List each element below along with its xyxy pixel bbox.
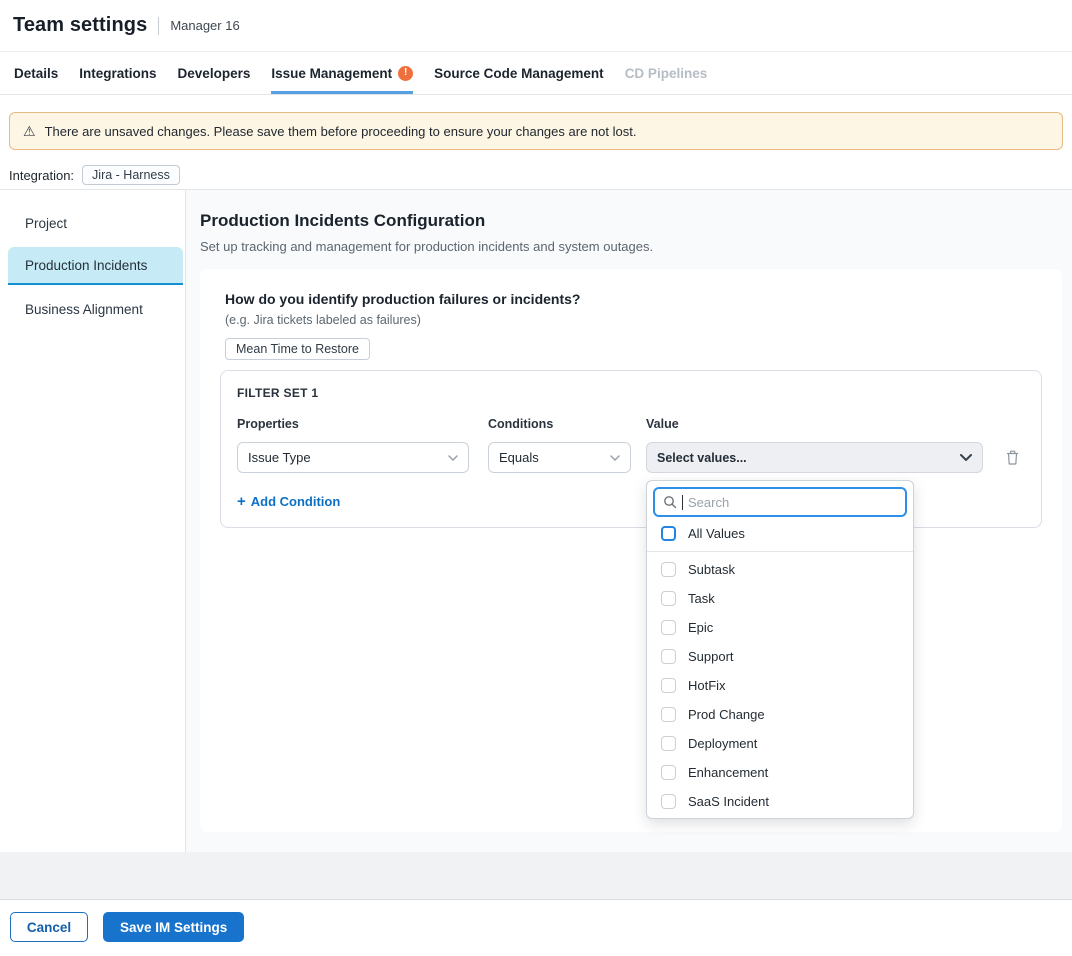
filter-set-box: FILTER SET 1 Properties Conditions Value…: [220, 370, 1042, 528]
tab-developers[interactable]: Developers: [178, 52, 251, 94]
option-checkbox[interactable]: [661, 562, 676, 577]
delete-filter-button[interactable]: [1003, 447, 1022, 468]
add-condition-button[interactable]: + Add Condition: [237, 494, 340, 509]
option-enhancement[interactable]: Enhancement: [653, 758, 907, 787]
filter-condition-row: Issue Type Equals Select values...: [237, 442, 1025, 473]
footer-actions: Cancel Save IM Settings: [0, 900, 1072, 942]
text-caret: [682, 495, 683, 510]
tab-integrations[interactable]: Integrations: [79, 52, 156, 94]
properties-column-header: Properties: [237, 417, 469, 431]
option-epic[interactable]: Epic: [653, 613, 907, 642]
option-saas-incident[interactable]: SaaS Incident: [653, 787, 907, 816]
integration-label: Integration:: [9, 168, 74, 183]
property-select[interactable]: Issue Type: [237, 442, 469, 473]
chevron-down-icon: [448, 455, 458, 461]
property-select-value: Issue Type: [248, 450, 311, 465]
content-area: Project Production Incidents Business Al…: [0, 190, 1072, 852]
value-multiselect-dropdown: All Values Subtask Task Epic Support Hot…: [646, 480, 914, 819]
option-checkbox[interactable]: [661, 794, 676, 809]
incidents-config-card: How do you identify production failures …: [200, 269, 1062, 832]
select-all-label: All Values: [688, 526, 745, 541]
option-checkbox[interactable]: [661, 649, 676, 664]
option-checkbox[interactable]: [661, 736, 676, 751]
page-header: Team settings Manager 16: [0, 0, 1072, 52]
dropdown-search-box: [653, 487, 907, 517]
option-deployment[interactable]: Deployment: [653, 729, 907, 758]
unsaved-changes-badge-icon: !: [398, 66, 413, 81]
conditions-column-header: Conditions: [488, 417, 631, 431]
dropdown-search-input[interactable]: [688, 495, 897, 510]
section-subtitle: Set up tracking and management for produ…: [200, 239, 1062, 254]
option-support[interactable]: Support: [653, 642, 907, 671]
sidebar-item-production-incidents[interactable]: Production Incidents: [8, 247, 183, 285]
filter-column-headers: Properties Conditions Value: [237, 417, 1025, 431]
condition-select[interactable]: Equals: [488, 442, 631, 473]
config-sidebar: Project Production Incidents Business Al…: [0, 190, 186, 852]
option-subtask[interactable]: Subtask: [653, 555, 907, 584]
save-im-settings-button[interactable]: Save IM Settings: [103, 912, 244, 942]
chevron-down-icon: [960, 454, 972, 461]
page-title: Team settings: [13, 14, 147, 37]
title-divider: [158, 17, 159, 35]
integration-chip[interactable]: Jira - Harness: [82, 165, 180, 185]
dropdown-option-list: Subtask Task Epic Support HotFix Prod Ch…: [653, 555, 907, 819]
question-hint: (e.g. Jira tickets labeled as failures): [225, 313, 1042, 327]
sidebar-item-project[interactable]: Project: [8, 204, 183, 242]
option-checkbox[interactable]: [661, 620, 676, 635]
tab-issue-management[interactable]: Issue Management !: [271, 52, 413, 94]
unsaved-changes-banner: ⚠ There are unsaved changes. Please save…: [9, 112, 1063, 150]
condition-select-value: Equals: [499, 450, 539, 465]
dropdown-divider: [647, 551, 913, 552]
question-heading: How do you identify production failures …: [225, 291, 1042, 307]
option-task[interactable]: Task: [653, 584, 907, 613]
banner-text: There are unsaved changes. Please save t…: [45, 124, 637, 139]
sidebar-item-business-alignment[interactable]: Business Alignment: [8, 290, 183, 328]
option-checkbox[interactable]: [661, 678, 676, 693]
filter-set-title: FILTER SET 1: [237, 386, 1025, 400]
metric-chip-mttr[interactable]: Mean Time to Restore: [225, 338, 370, 360]
team-settings-page: Team settings Manager 16 Details Integra…: [0, 0, 1072, 956]
option-checkbox[interactable]: [661, 591, 676, 606]
value-select[interactable]: Select values...: [646, 442, 983, 473]
value-column-header: Value: [646, 417, 983, 431]
chevron-down-icon: [610, 455, 620, 461]
select-all-option[interactable]: All Values: [653, 517, 907, 549]
tab-source-code-management[interactable]: Source Code Management: [434, 52, 604, 94]
trash-icon: [1005, 449, 1020, 466]
main-panel: Production Incidents Configuration Set u…: [186, 190, 1072, 852]
search-icon: [663, 495, 677, 509]
add-condition-label: Add Condition: [251, 494, 341, 509]
tab-cd-pipelines: CD Pipelines: [625, 52, 708, 94]
tab-details[interactable]: Details: [14, 52, 58, 94]
integration-row: Integration: Jira - Harness: [9, 165, 1072, 185]
settings-tabbar: Details Integrations Developers Issue Ma…: [0, 52, 1072, 95]
option-customer-notification[interactable]: Customer Notification: [653, 816, 907, 819]
plus-icon: +: [237, 494, 246, 509]
team-name-label: Manager 16: [170, 18, 239, 33]
warning-icon: ⚠: [23, 124, 36, 138]
select-all-checkbox[interactable]: [661, 526, 676, 541]
cancel-button[interactable]: Cancel: [10, 912, 88, 942]
option-hotfix[interactable]: HotFix: [653, 671, 907, 700]
option-prod-change[interactable]: Prod Change: [653, 700, 907, 729]
value-select-placeholder: Select values...: [657, 451, 747, 465]
section-title: Production Incidents Configuration: [200, 211, 1062, 231]
footer-spacer-band: [0, 852, 1072, 900]
value-select-wrapper: Select values...: [646, 442, 983, 473]
option-checkbox[interactable]: [661, 765, 676, 780]
option-checkbox[interactable]: [661, 707, 676, 722]
